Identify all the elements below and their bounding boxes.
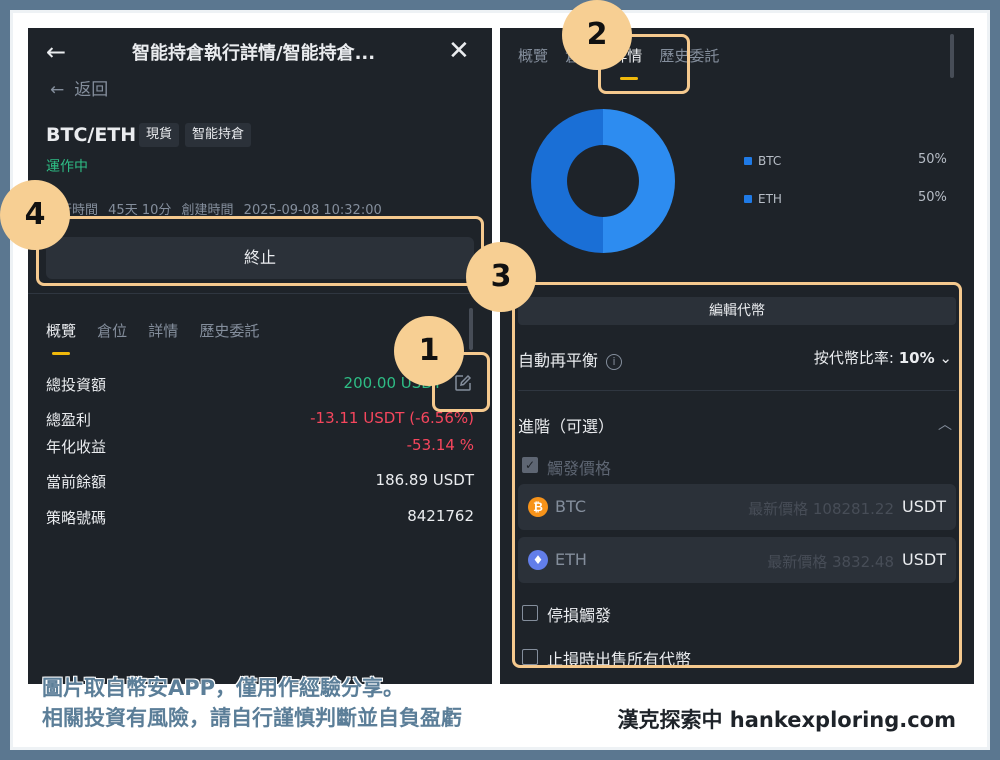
balance-label: 當前餘額 <box>46 473 107 491</box>
back-arrow-icon[interactable]: ← <box>46 38 66 66</box>
tab-overview[interactable]: 概覽 <box>518 45 548 66</box>
donut-slice-eth <box>531 109 603 253</box>
legend-swatch <box>744 157 752 165</box>
highlight-terminate-button <box>36 216 484 286</box>
caption: 圖片取自幣安APP，僅用作經驗分享。 相關投資有風險，請自行謹慎判斷並自負盈虧 … <box>28 672 974 734</box>
legend-swatch <box>744 195 752 203</box>
scrollbar[interactable] <box>950 34 954 78</box>
tag-spot: 現貨 <box>139 123 180 147</box>
legend-label: BTC <box>758 154 782 168</box>
disclaimer-line-2: 相關投資有風險，請自行謹慎判斷並自負盈虧 <box>42 706 462 730</box>
allocation-donut-chart <box>531 109 675 253</box>
strategy-id-value: 8421762 <box>407 507 474 525</box>
legend-label: ETH <box>758 192 782 206</box>
total-pnl-label: 總盈利 <box>46 411 92 429</box>
left-arrow-icon: ← <box>50 80 65 100</box>
disclaimer-line-1: 圖片取自幣安APP，僅用作經驗分享。 <box>42 676 405 700</box>
legend-item-btc: BTC <box>744 154 781 168</box>
annualized-label: 年化收益 <box>46 438 107 456</box>
legend-pct-btc: 50% <box>918 152 947 167</box>
badge-4: 4 <box>0 180 70 250</box>
balance-value: 186.89 USDT <box>375 471 474 489</box>
strategy-id-label: 策略號碼 <box>46 509 107 527</box>
tag-smart-position: 智能持倉 <box>185 123 252 147</box>
total-investment-label: 總投資額 <box>46 376 107 394</box>
badge-2: 2 <box>562 0 632 70</box>
badge-3: 3 <box>466 242 536 312</box>
page-title: 智能持倉執行詳情/智能持倉... <box>132 43 376 64</box>
tab-order-history[interactable]: 歷史委託 <box>199 320 259 341</box>
badge-1: 1 <box>394 316 464 386</box>
left-tabs: 概覽 倉位 詳情 歷史委託 <box>46 320 275 355</box>
legend-item-eth: ETH <box>744 192 782 206</box>
brand-watermark: 漢克探索中 hankexploring.com <box>617 708 956 732</box>
back-label: 返回 <box>74 80 109 100</box>
legend-pct-eth: 50% <box>918 190 947 205</box>
annualized-value: -53.14 % <box>406 436 474 454</box>
tab-overview[interactable]: 概覽 <box>46 320 76 355</box>
scrollbar[interactable] <box>469 308 473 350</box>
back-link[interactable]: ← 返回 <box>50 75 108 100</box>
close-icon[interactable]: ✕ <box>448 36 470 66</box>
divider <box>28 293 492 294</box>
tab-positions[interactable]: 倉位 <box>97 320 127 341</box>
tab-details[interactable]: 詳情 <box>148 320 178 341</box>
trading-pair: BTC/ETH <box>46 124 137 146</box>
status-badge: 運作中 <box>46 159 88 175</box>
donut-slice-btc <box>603 109 675 253</box>
highlight-settings-panel <box>512 282 962 668</box>
